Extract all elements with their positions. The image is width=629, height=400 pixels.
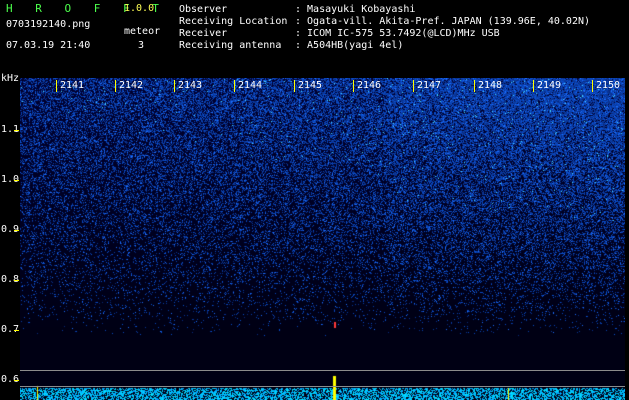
- observer-value: : Masayuki Kobayashi: [295, 4, 416, 15]
- x-tick-label: 2145: [298, 80, 323, 91]
- x-tick-label: 2147: [417, 80, 442, 91]
- antenna-value: : A504HB(yagi 4el): [295, 40, 404, 51]
- y-unit-label: kHz: [1, 73, 20, 84]
- spectrogram-canvas: [20, 78, 625, 400]
- x-tick-mark: [294, 80, 295, 92]
- x-tick-label: 2150: [596, 80, 621, 91]
- receiver-value: : ICOM IC-575 53.7492(@LCD)MHz USB: [295, 28, 500, 39]
- app-version: 1.0.0: [124, 3, 155, 14]
- x-tick-label: 2141: [60, 80, 85, 91]
- meteor-label: meteor: [124, 26, 161, 37]
- reference-line: [20, 370, 625, 371]
- y-tick-mark: [14, 180, 19, 181]
- x-tick-mark: [533, 80, 534, 92]
- y-tick-mark: [14, 280, 19, 281]
- x-tick-label: 2142: [119, 80, 144, 91]
- x-tick-mark: [413, 80, 414, 92]
- location-value: : Ogata-vill. Akita-Pref. JAPAN (139.96E…: [295, 16, 591, 27]
- x-tick-label: 2148: [478, 80, 503, 91]
- x-tick-mark: [592, 80, 593, 92]
- receiver-label: Receiver: [179, 28, 228, 39]
- antenna-label: Receiving antenna: [179, 40, 282, 51]
- observer-label: Observer: [179, 4, 228, 15]
- x-tick-label: 2149: [537, 80, 562, 91]
- meteor-count: 3: [138, 40, 145, 51]
- y-tick-mark: [14, 130, 19, 131]
- x-tick-label: 2143: [178, 80, 203, 91]
- x-tick-mark: [234, 80, 235, 92]
- location-label: Receiving Location: [179, 16, 288, 27]
- x-tick-mark: [353, 80, 354, 92]
- reference-line: [20, 386, 625, 387]
- y-tick-mark: [14, 230, 19, 231]
- y-tick-mark: [14, 330, 19, 331]
- datetime-label: 07.03.19 21:40: [6, 40, 91, 51]
- x-tick-mark: [56, 80, 57, 92]
- filename-label: 0703192140.png: [6, 19, 91, 30]
- x-tick-mark: [115, 80, 116, 92]
- y-tick-mark: [14, 380, 19, 381]
- x-tick-mark: [474, 80, 475, 92]
- x-tick-label: 2146: [357, 80, 382, 91]
- x-tick-label: 2144: [238, 80, 263, 91]
- x-tick-mark: [174, 80, 175, 92]
